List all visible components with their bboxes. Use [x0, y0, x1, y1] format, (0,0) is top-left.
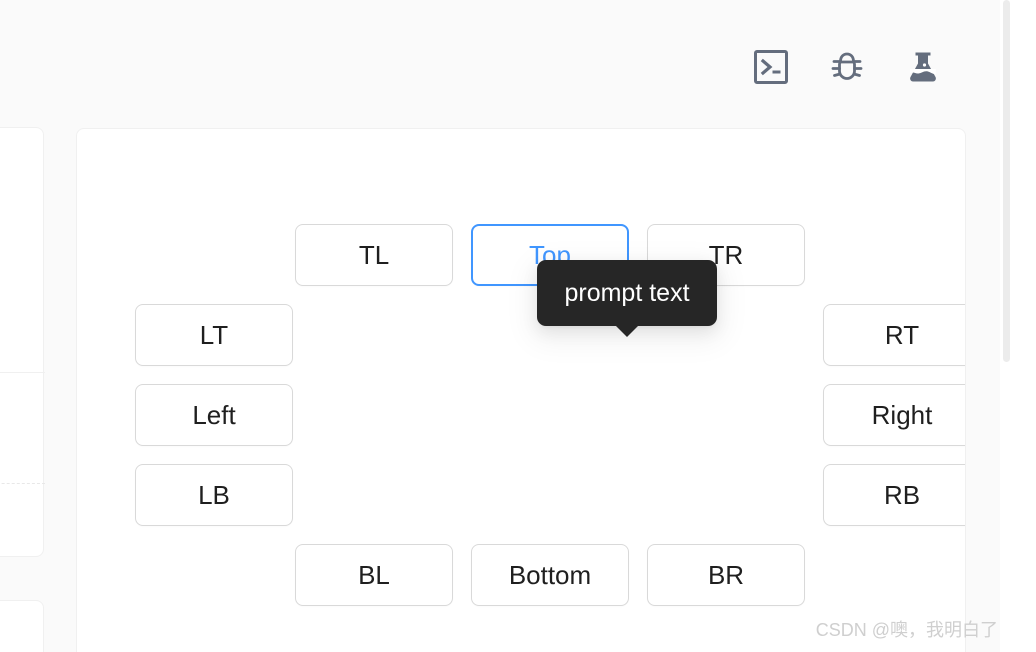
placement-button-rt[interactable]: RT — [823, 304, 965, 366]
placement-button-rb[interactable]: RB — [823, 464, 965, 526]
adjacent-card-below — [0, 600, 44, 652]
page-scroll-area: prompt text TL Top TR LT Left LB RT Righ… — [0, 0, 1000, 652]
card-divider-solid — [0, 372, 45, 373]
placement-button-bottom[interactable]: Bottom — [471, 544, 629, 606]
tooltip-arrow — [615, 325, 639, 337]
tooltip-text: prompt text — [564, 278, 690, 307]
placement-button-lt[interactable]: LT — [135, 304, 293, 366]
experiment-icon[interactable] — [898, 42, 948, 92]
app-root: prompt text TL Top TR LT Left LB RT Righ… — [0, 0, 1036, 652]
toolbar-icons — [746, 42, 948, 92]
placement-button-br[interactable]: BR — [647, 544, 805, 606]
terminal-icon[interactable] — [746, 42, 796, 92]
vertical-scrollbar[interactable] — [1000, 0, 1036, 652]
placement-button-left[interactable]: Left — [135, 384, 293, 446]
placement-button-tl[interactable]: TL — [295, 224, 453, 286]
placement-button-right[interactable]: Right — [823, 384, 965, 446]
placement-grid: prompt text TL Top TR LT Left LB RT Righ… — [77, 129, 965, 652]
placement-button-bl[interactable]: BL — [295, 544, 453, 606]
placement-button-lb[interactable]: LB — [135, 464, 293, 526]
tooltip-popup: prompt text — [537, 260, 717, 337]
card-divider-dashed — [0, 483, 45, 484]
adjacent-card-above — [0, 127, 45, 557]
placement-demo-card: prompt text TL Top TR LT Left LB RT Righ… — [76, 128, 966, 652]
bug-icon[interactable] — [822, 42, 872, 92]
watermark: CSDN @噢，我明白了 — [815, 620, 998, 640]
scrollbar-thumb[interactable] — [1003, 0, 1010, 362]
